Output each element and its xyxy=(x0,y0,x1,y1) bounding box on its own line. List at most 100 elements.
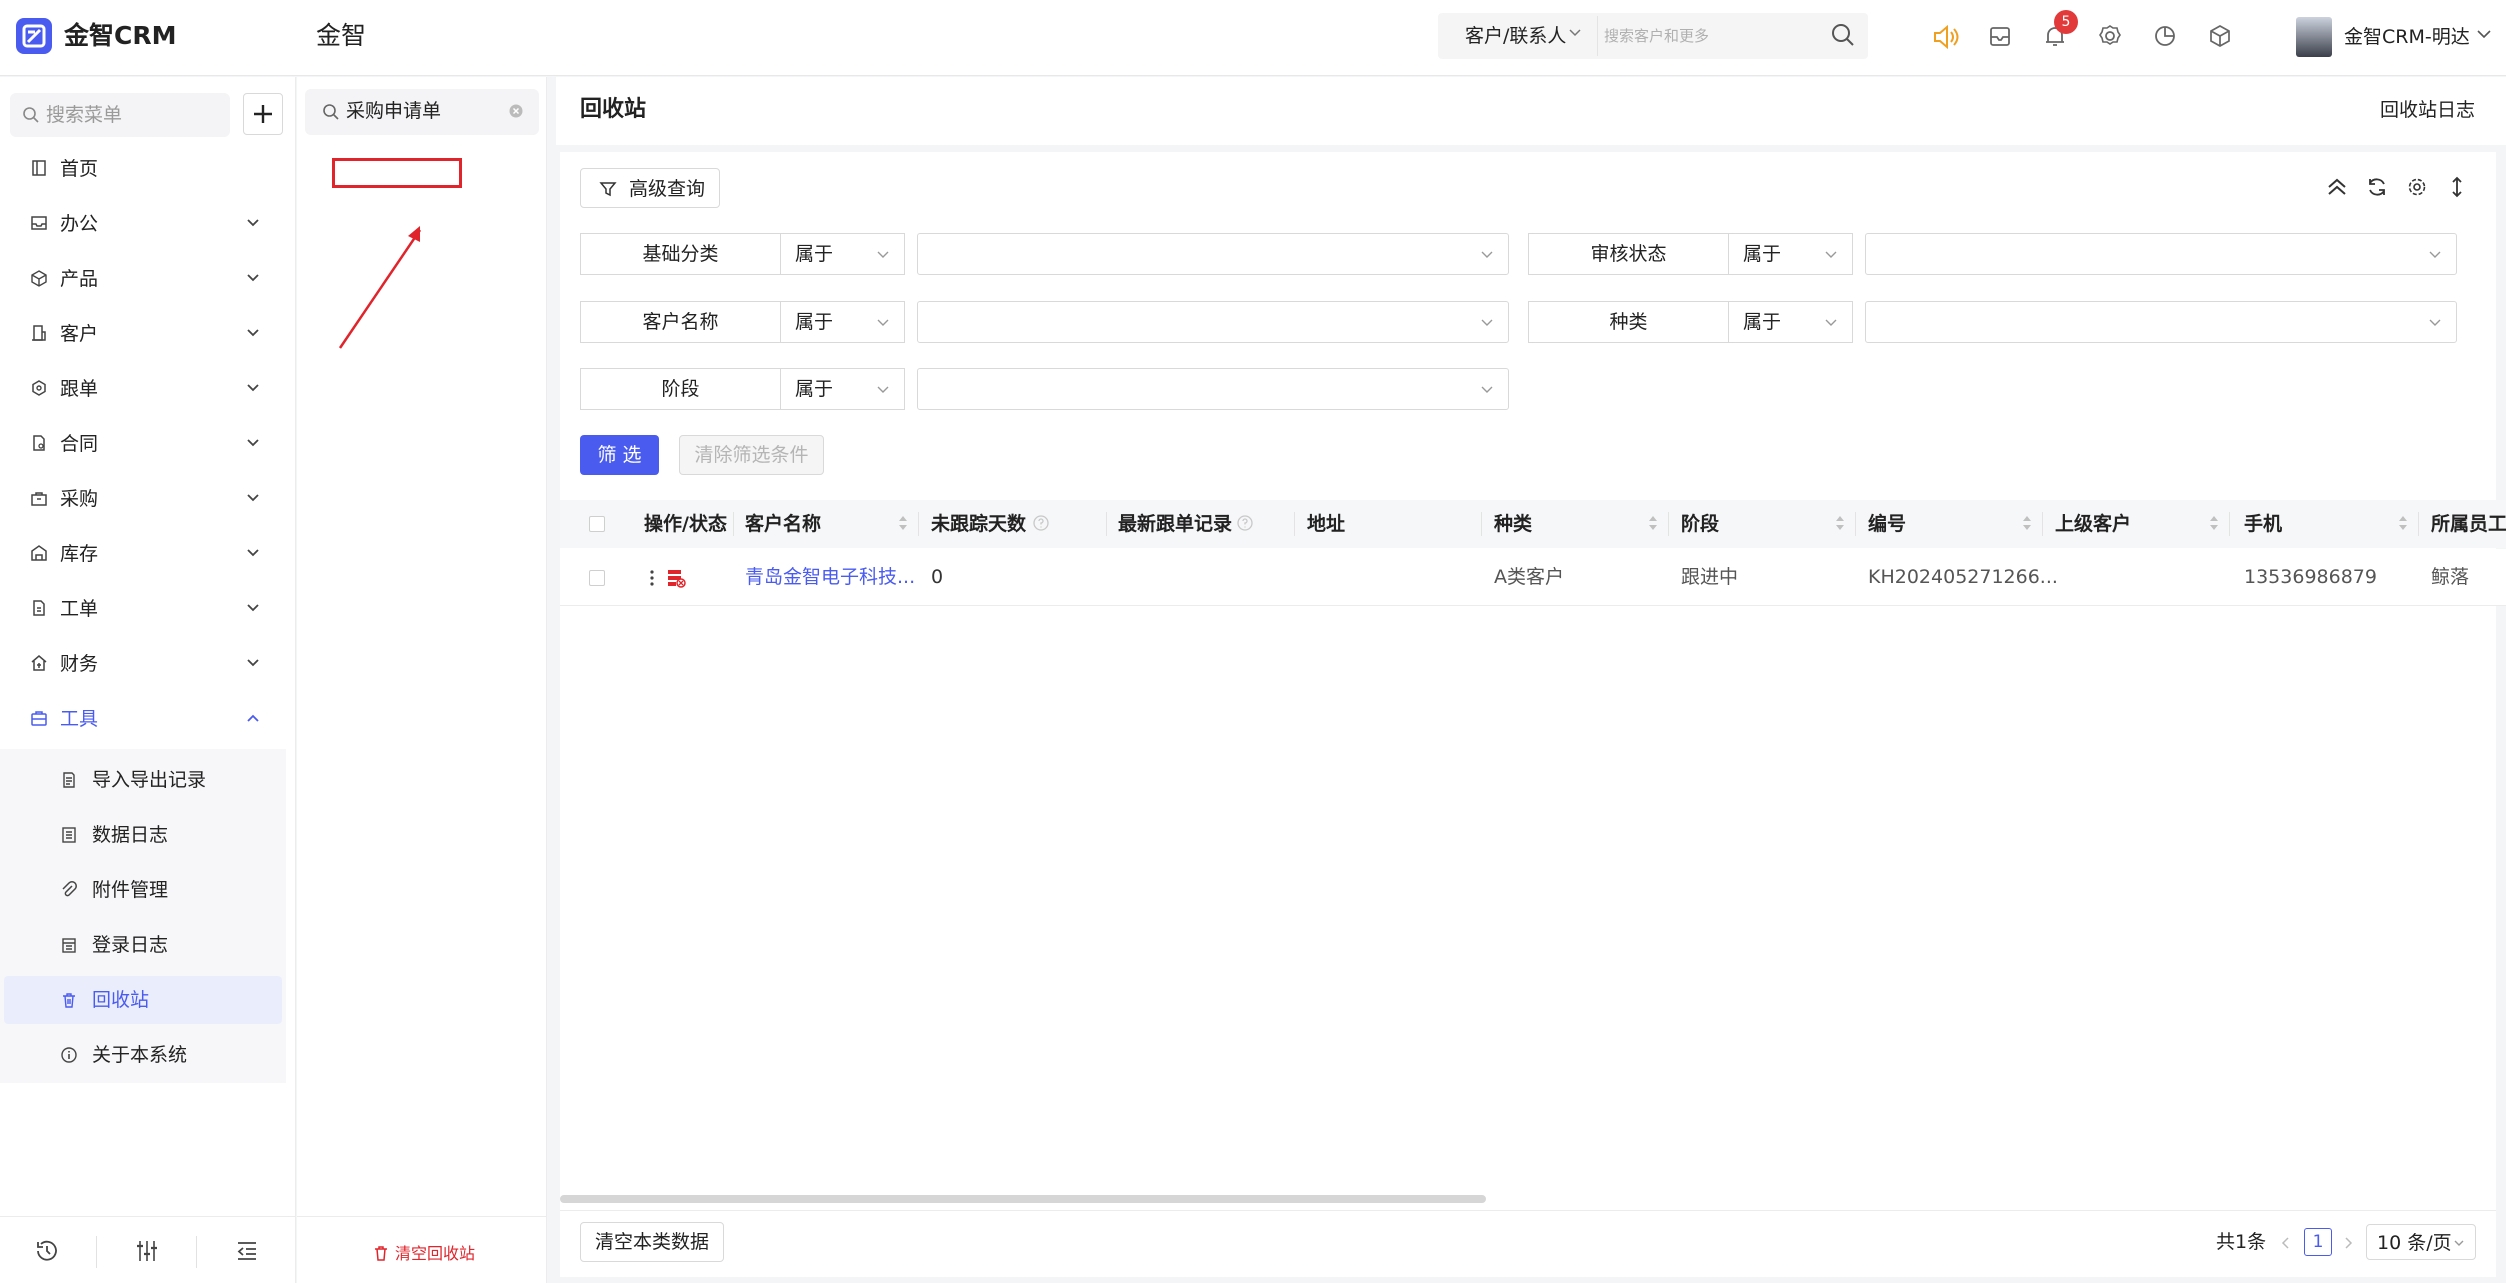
column-header: 地址 xyxy=(1307,513,1346,535)
collapse-up-icon[interactable] xyxy=(2326,176,2348,198)
sort-icon[interactable] xyxy=(898,513,908,533)
sidebar-item-contract[interactable]: 合同 xyxy=(14,420,284,468)
clear-filter-button[interactable]: 清除筛选条件 xyxy=(679,435,824,475)
speaker-icon[interactable] xyxy=(1930,22,1960,52)
chevron-left-icon[interactable] xyxy=(2280,1236,2292,1250)
filter-label: 基础分类 xyxy=(580,233,781,275)
filter-value-select[interactable] xyxy=(917,233,1509,275)
search-icon[interactable] xyxy=(1830,22,1856,48)
sidebar-item-inventory[interactable]: 库存 xyxy=(14,530,284,578)
chevron-down-icon xyxy=(1480,316,1494,330)
paperclip-icon xyxy=(60,881,78,899)
chevron-down-icon xyxy=(246,381,260,395)
sidebar-item-purchase[interactable]: 采购 xyxy=(14,475,284,523)
filter-operator-select[interactable]: 属于 xyxy=(1729,233,1853,275)
sidebar-item-import-export[interactable]: 导入导出记录 xyxy=(0,756,286,804)
add-button[interactable] xyxy=(243,93,283,135)
sidebar-item-ticket[interactable]: 工单 xyxy=(14,585,284,633)
row-checkbox[interactable] xyxy=(589,570,605,586)
cube-icon xyxy=(30,269,48,287)
settings-sliders-icon[interactable] xyxy=(134,1238,160,1264)
column-header[interactable]: 手机 xyxy=(2244,500,2282,548)
history-icon[interactable] xyxy=(34,1238,60,1264)
book-icon xyxy=(30,159,48,177)
top-bar xyxy=(0,0,2506,76)
user-name[interactable]: 金智CRM-明达 xyxy=(2344,22,2470,52)
filter-operator-value: 属于 xyxy=(1743,311,1782,333)
customer-kind: A类客户 xyxy=(1494,566,1564,588)
sidebar-item-product[interactable]: 产品 xyxy=(14,255,284,303)
filter-value-select[interactable] xyxy=(1865,301,2457,343)
sort-icon[interactable] xyxy=(2209,513,2219,533)
sidebar-item-label: 登录日志 xyxy=(92,934,169,956)
filter-operator-select[interactable]: 属于 xyxy=(781,301,905,343)
sidebar-item-attachments[interactable]: 附件管理 xyxy=(0,866,286,914)
sidebar-item-follow[interactable]: 跟单 xyxy=(14,365,284,413)
filter-operator-select[interactable]: 属于 xyxy=(781,233,905,275)
filter-operator-select[interactable]: 属于 xyxy=(1729,301,1853,343)
column-header[interactable]: 编号 xyxy=(1868,500,1906,548)
sidebar-item-label: 工具 xyxy=(60,708,99,730)
filter-value-select[interactable] xyxy=(1865,233,2457,275)
chevron-down-icon xyxy=(246,326,260,340)
page-size-select[interactable]: 10 条/页 xyxy=(2366,1224,2476,1260)
filter-button[interactable]: 筛 选 xyxy=(580,435,659,475)
search-icon xyxy=(22,106,40,124)
gear-icon[interactable] xyxy=(2096,22,2124,50)
more-actions-icon[interactable] xyxy=(648,568,656,588)
chevron-down-icon xyxy=(246,656,260,670)
close-icon[interactable] xyxy=(508,103,524,119)
chevron-down-icon xyxy=(246,601,260,615)
divider xyxy=(2418,512,2419,536)
avatar[interactable] xyxy=(2296,17,2332,57)
trash-icon[interactable] xyxy=(372,1244,390,1262)
column-header[interactable]: 上级客户 xyxy=(2055,500,2131,548)
empty-recycle-button[interactable]: 清空回收站 xyxy=(395,1242,475,1266)
clear-category-data-button[interactable]: 清空本类数据 xyxy=(580,1222,724,1262)
pie-chart-icon[interactable] xyxy=(2151,22,2179,50)
refresh-icon[interactable] xyxy=(2366,176,2388,198)
filter-value-select[interactable] xyxy=(917,301,1509,343)
help-icon[interactable] xyxy=(1032,514,1050,532)
column-header[interactable]: 阶段 xyxy=(1681,500,1719,548)
sidebar-item-tools[interactable]: 工具 xyxy=(14,695,284,743)
chevron-down-icon[interactable] xyxy=(2476,26,2492,42)
sidebar-item-finance[interactable]: 财务 xyxy=(14,640,284,688)
sort-icon[interactable] xyxy=(2022,513,2032,533)
column-height-icon[interactable] xyxy=(2446,176,2468,198)
column-header[interactable]: 客户名称 xyxy=(745,500,821,548)
recycle-log-link[interactable]: 回收站日志 xyxy=(2380,94,2475,126)
search-type-select[interactable]: 客户/联系人 xyxy=(1465,23,1566,49)
help-icon[interactable] xyxy=(1236,514,1254,532)
sidebar-item-office[interactable]: 办公 xyxy=(14,200,284,248)
box-icon[interactable] xyxy=(2206,22,2234,50)
filter-value-select[interactable] xyxy=(917,368,1509,410)
menu-search-input[interactable] xyxy=(46,96,226,134)
sidebar-item-recycle-bin[interactable]: 回收站 xyxy=(4,976,282,1024)
sidebar-item-login-log[interactable]: 登录日志 xyxy=(0,921,286,969)
sidebar-item-customer[interactable]: 客户 xyxy=(14,310,284,358)
page-number[interactable]: 1 xyxy=(2304,1228,2332,1256)
select-all-checkbox[interactable] xyxy=(589,516,605,532)
collapse-menu-icon[interactable] xyxy=(234,1238,260,1264)
global-search-input[interactable] xyxy=(1604,16,1824,56)
advanced-query-button[interactable]: 高级查询 xyxy=(580,168,720,208)
chevron-right-icon[interactable] xyxy=(2342,1236,2354,1250)
chevron-down-icon xyxy=(876,383,890,397)
gear-icon[interactable] xyxy=(2406,176,2428,198)
sidebar-item-home[interactable]: 首页 xyxy=(14,145,284,193)
column-header[interactable]: 种类 xyxy=(1494,500,1532,548)
sort-icon[interactable] xyxy=(2398,513,2408,533)
sidebar-item-data-log[interactable]: 数据日志 xyxy=(0,811,286,859)
sort-icon[interactable] xyxy=(1835,513,1845,533)
divider xyxy=(1481,512,1482,536)
search-icon xyxy=(322,103,340,121)
customer-name-link[interactable]: 青岛金智电子科技... xyxy=(745,560,915,594)
filter-operator-select[interactable]: 属于 xyxy=(781,368,905,410)
mail-icon[interactable] xyxy=(1986,22,2014,50)
panel-search-input[interactable]: 采购申请单 xyxy=(346,96,441,126)
sidebar-item-about[interactable]: 关于本系统 xyxy=(0,1031,286,1079)
horizontal-scrollbar[interactable] xyxy=(560,1195,1486,1203)
sort-icon[interactable] xyxy=(1648,513,1658,533)
chevron-down-icon xyxy=(2428,248,2442,262)
